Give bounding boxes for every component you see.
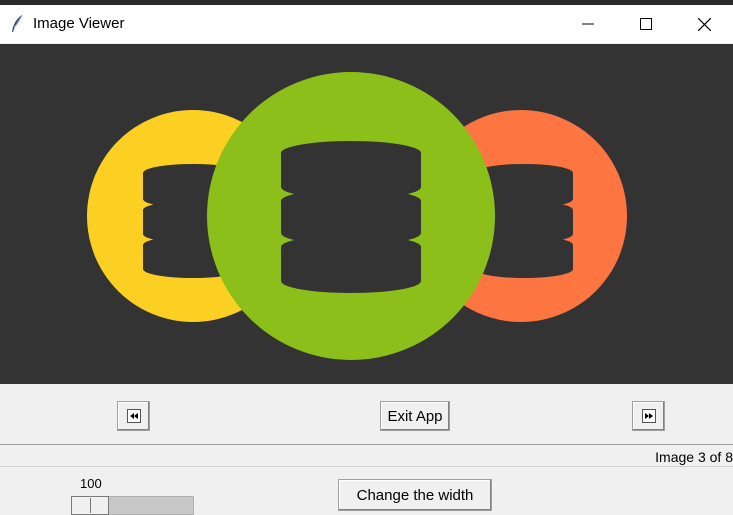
rewind-icon [126,409,141,423]
title-bar: Image Viewer [0,5,733,43]
minimize-button[interactable] [559,5,617,43]
database-icon [207,72,495,360]
width-scale-slider[interactable] [71,496,109,515]
fast-forward-icon [641,409,656,423]
next-image-button[interactable] [632,401,665,431]
minimize-icon [582,23,594,25]
change-width-button[interactable]: Change the width [338,479,492,511]
maximize-button[interactable] [617,5,675,43]
previous-image-button[interactable] [117,401,150,431]
exit-app-button[interactable]: Exit App [380,401,450,431]
close-icon [697,17,711,31]
image-display [0,44,733,384]
close-button[interactable] [675,5,733,43]
status-bottom-border [0,466,733,467]
database-illustration [0,44,733,384]
status-separator [0,444,733,445]
scale-value: 100 [80,476,102,491]
maximize-icon [640,18,652,30]
feather-icon [12,14,23,32]
status-label: Image 3 of 8 [655,449,733,465]
window-title: Image Viewer [33,15,125,32]
